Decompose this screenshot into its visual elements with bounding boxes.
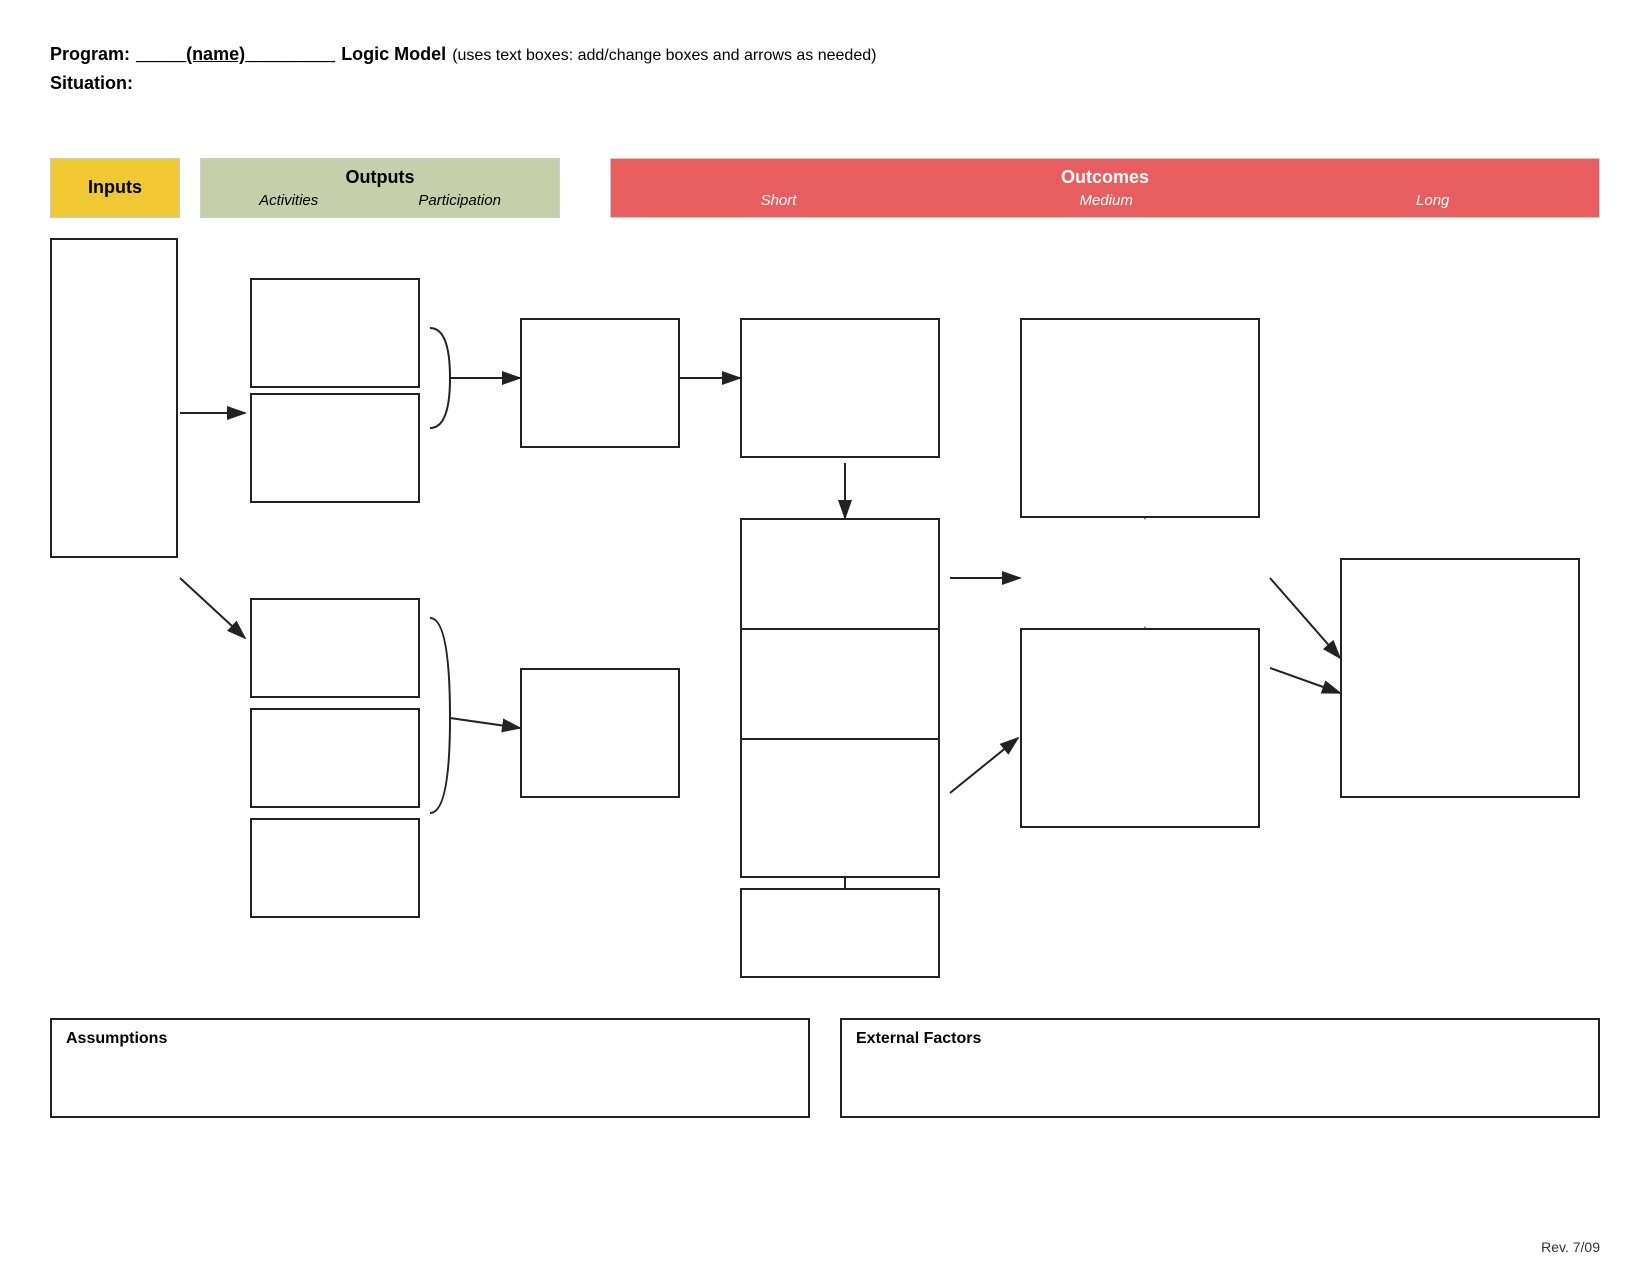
external-factors-title: External Factors bbox=[856, 1030, 1584, 1048]
participation-box-2[interactable] bbox=[520, 668, 680, 798]
medium-outcome-1[interactable] bbox=[1020, 318, 1260, 518]
assumptions-box[interactable]: Assumptions bbox=[50, 1018, 810, 1118]
activities-label: Activities bbox=[259, 192, 318, 209]
inputs-box[interactable] bbox=[50, 238, 178, 558]
program-label: Program: bbox=[50, 40, 130, 69]
activity-box-3[interactable] bbox=[250, 598, 420, 698]
short-label: Short bbox=[761, 192, 797, 209]
bottom-section: Assumptions External Factors bbox=[50, 1018, 1600, 1118]
medium-outcome-2[interactable] bbox=[1020, 628, 1260, 828]
activity-box-4[interactable] bbox=[250, 708, 420, 808]
logic-model-title: Logic Model bbox=[341, 40, 446, 69]
program-name: _____(name)_________ bbox=[136, 40, 335, 69]
long-outcome[interactable] bbox=[1340, 558, 1580, 798]
short-outcome-1[interactable] bbox=[740, 318, 940, 458]
column-headers: Inputs Outputs Activities Participation … bbox=[50, 158, 1600, 218]
header-note: (uses text boxes: add/change boxes and a… bbox=[452, 43, 876, 69]
activity-box-2[interactable] bbox=[250, 393, 420, 503]
inputs-header: Inputs bbox=[50, 158, 180, 218]
medium-label: Medium bbox=[1080, 192, 1133, 209]
inputs-label: Inputs bbox=[88, 177, 142, 198]
outputs-header: Outputs Activities Participation bbox=[200, 158, 560, 218]
external-factors-box[interactable]: External Factors bbox=[840, 1018, 1600, 1118]
participation-label: Participation bbox=[418, 192, 501, 209]
short-outcome-4[interactable] bbox=[740, 738, 940, 878]
assumptions-title: Assumptions bbox=[66, 1030, 794, 1048]
diagram-area bbox=[50, 238, 1600, 988]
revision-note: Rev. 7/09 bbox=[1541, 1239, 1600, 1255]
outcomes-header: Outcomes Short Medium Long bbox=[610, 158, 1600, 218]
long-label: Long bbox=[1416, 192, 1449, 209]
header: Program: _____(name)_________ Logic Mode… bbox=[50, 40, 1600, 98]
short-outcome-bottom[interactable] bbox=[740, 888, 940, 978]
situation-label: Situation: bbox=[50, 73, 133, 93]
outputs-title: Outputs bbox=[346, 167, 415, 188]
activity-box-5[interactable] bbox=[250, 818, 420, 918]
activity-box-1[interactable] bbox=[250, 278, 420, 388]
outcomes-title: Outcomes bbox=[1061, 167, 1149, 188]
page: Program: _____(name)_________ Logic Mode… bbox=[0, 0, 1650, 1275]
participation-box-1[interactable] bbox=[520, 318, 680, 448]
